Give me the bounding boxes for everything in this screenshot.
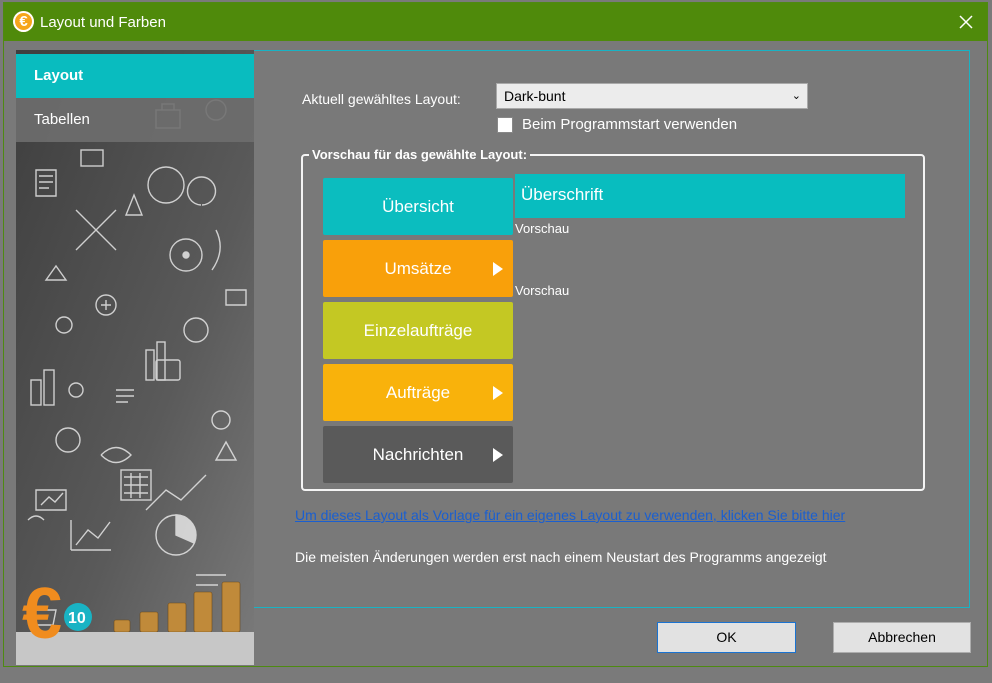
layout-select-value: Dark-bunt [504, 88, 566, 104]
window-title: Layout und Farben [40, 14, 166, 31]
sidebar-item-label: Layout [34, 67, 84, 84]
preview-button-umsaetze[interactable]: Umsätze [323, 240, 513, 297]
preview-button-label: Einzelaufträge [363, 321, 473, 340]
logo-number: 10 [68, 610, 86, 627]
template-link[interactable]: Um dieses Layout als Vorlage für ein eig… [295, 507, 845, 523]
layout-label: Aktuell gewähltes Layout: [302, 91, 461, 107]
preview-legend: Vorschau für das gewählte Layout: [309, 147, 531, 162]
preview-button-einzelauftraege[interactable]: Einzelaufträge [323, 302, 513, 359]
chalkboard-illustration: € 10 [16, 50, 254, 665]
preview-button-label: Übersicht [382, 197, 454, 216]
ok-button[interactable]: OK [657, 622, 796, 653]
sidebar-item-tabellen[interactable]: Tabellen [16, 98, 254, 142]
preview-button-label: Aufträge [385, 383, 451, 402]
content-panel: Aktuell gewähltes Layout: Dark-bunt ⌄ Be… [254, 50, 970, 608]
startup-checkbox[interactable] [497, 117, 513, 133]
startup-checkbox-label[interactable]: Beim Programmstart verwenden [522, 116, 737, 133]
svg-text:€: € [22, 574, 62, 654]
play-arrow-icon [493, 262, 503, 276]
close-icon [959, 15, 973, 29]
close-button[interactable] [951, 7, 981, 37]
sidebar-item-layout[interactable]: Layout [16, 54, 254, 98]
title-bar[interactable]: € Layout und Farben [4, 3, 987, 41]
preview-text: Vorschau [515, 283, 570, 298]
sidebar-item-label: Tabellen [34, 111, 90, 128]
cancel-button[interactable]: Abbrechen [833, 622, 971, 653]
preview-button-auftraege[interactable]: Aufträge [323, 364, 513, 421]
preview-button-label: Nachrichten [372, 445, 464, 464]
preview-button-nachrichten[interactable]: Nachrichten [323, 426, 513, 483]
preview-text: Vorschau [515, 221, 570, 236]
sidebar: € 10 Layout Tabellen [16, 50, 254, 665]
preview-button-uebersicht[interactable]: Übersicht [323, 178, 513, 235]
euro-logo-icon: € [13, 11, 34, 32]
play-arrow-icon [493, 386, 503, 400]
layout-select[interactable]: Dark-bunt ⌄ [496, 83, 808, 109]
preview-button-label: Umsätze [384, 259, 452, 278]
play-arrow-icon [493, 448, 503, 462]
restart-note: Die meisten Änderungen werden erst nach … [295, 549, 827, 565]
preview-group: Vorschau für das gewählte Layout: Übersi… [301, 147, 925, 491]
preview-heading: Überschrift [515, 174, 905, 218]
chevron-down-icon: ⌄ [791, 90, 801, 102]
